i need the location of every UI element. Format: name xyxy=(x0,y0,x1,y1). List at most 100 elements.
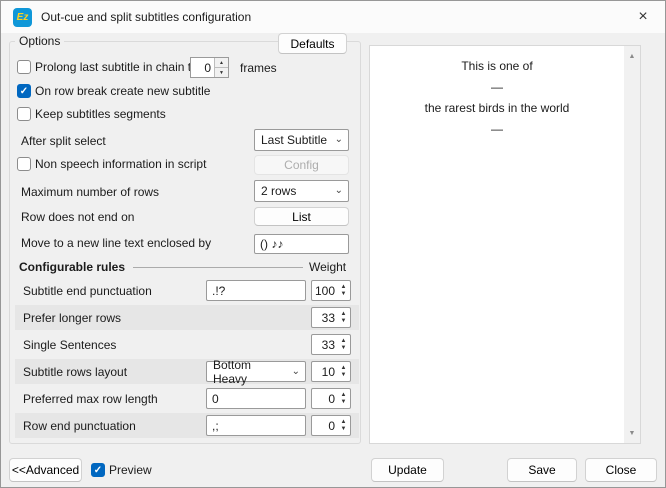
rule-row: Preferred max row length 0 0 ▲ ▼ xyxy=(15,386,359,411)
spin-down-icon[interactable]: ▼ xyxy=(341,372,347,378)
weight-spinner[interactable]: 0 ▲ ▼ xyxy=(311,388,351,409)
subtitle-end-punctuation-input[interactable]: .!? xyxy=(206,280,306,301)
preview-checkbox[interactable]: ✓ xyxy=(91,463,105,477)
spin-arrows[interactable]: ▲ ▼ xyxy=(337,416,350,435)
prolong-frames-spin-buttons[interactable]: ▲ ▼ xyxy=(214,58,228,77)
preview-content: This is one of — the rarest birds in the… xyxy=(376,56,618,140)
preview-separator: — xyxy=(376,119,618,140)
rule-label: Row end punctuation xyxy=(23,413,136,438)
move-new-line-label: Move to a new line text enclosed by xyxy=(21,233,211,253)
rows-layout-value: Bottom Heavy xyxy=(213,358,288,386)
weight-spinner[interactable]: 33 ▲ ▼ xyxy=(311,334,351,355)
weight-spinner[interactable]: 100 ▲ ▼ xyxy=(311,280,351,301)
rule-label: Subtitle end punctuation xyxy=(23,278,152,303)
non-speech-checkbox[interactable] xyxy=(17,157,31,171)
rule-label: Preferred max row length xyxy=(23,386,158,411)
prolong-label: Prolong last subtitle in chain to xyxy=(35,57,198,77)
spin-down-icon[interactable]: ▼ xyxy=(341,318,347,324)
spin-up-icon[interactable]: ▲ xyxy=(341,311,347,317)
row-break-label: On row break create new subtitle xyxy=(35,81,210,101)
rule-row: Row end punctuation ,; 0 ▲ ▼ xyxy=(15,413,359,438)
chevron-down-icon: ⌄ xyxy=(335,186,343,196)
list-button[interactable]: List xyxy=(254,207,349,226)
spin-up-icon[interactable]: ▲ xyxy=(215,58,228,68)
max-rows-select[interactable]: 2 rows ⌄ xyxy=(254,180,349,202)
config-button: Config xyxy=(254,155,349,175)
non-speech-label: Non speech information in script xyxy=(35,154,206,174)
rule-label: Prefer longer rows xyxy=(23,305,121,330)
prolong-frames-spinner[interactable]: 0 ▲ ▼ xyxy=(190,57,229,78)
rules-header-line xyxy=(133,267,303,268)
spin-up-icon[interactable]: ▲ xyxy=(341,338,347,344)
weight-spinner[interactable]: 10 ▲ ▼ xyxy=(311,361,351,382)
keep-segments-checkbox[interactable] xyxy=(17,107,31,121)
prolong-suffix-label: frames xyxy=(240,57,277,78)
rule-row: Prefer longer rows 33 ▲ ▼ xyxy=(15,305,359,330)
rule-row: Subtitle end punctuation .!? 100 ▲ ▼ xyxy=(15,278,359,303)
prolong-checkbox[interactable] xyxy=(17,60,31,74)
keep-segments-label: Keep subtitles segments xyxy=(35,104,166,124)
weight-value: 100 xyxy=(312,281,337,300)
weight-value: 0 xyxy=(312,416,337,435)
close-button[interactable]: Close xyxy=(585,458,657,482)
chevron-down-icon: ⌄ xyxy=(292,367,300,377)
spin-down-icon[interactable]: ▼ xyxy=(215,68,228,77)
rule-row: Subtitle rows layout Bottom Heavy ⌄ 10 ▲… xyxy=(15,359,359,384)
prolong-frames-value: 0 xyxy=(191,58,214,77)
max-rows-value: 2 rows xyxy=(261,184,296,198)
spin-arrows[interactable]: ▲ ▼ xyxy=(337,281,350,300)
options-group-label: Options xyxy=(15,34,64,48)
after-split-label: After split select xyxy=(21,130,106,151)
row-break-checkbox[interactable]: ✓ xyxy=(17,84,31,98)
scroll-down-icon[interactable]: ▼ xyxy=(624,425,640,441)
preview-separator: — xyxy=(376,77,618,98)
window-title: Out-cue and split subtitles configuratio… xyxy=(41,1,251,33)
spin-up-icon[interactable]: ▲ xyxy=(341,284,347,290)
spin-arrows[interactable]: ▲ ▼ xyxy=(337,335,350,354)
spin-up-icon[interactable]: ▲ xyxy=(341,392,347,398)
spin-down-icon[interactable]: ▼ xyxy=(341,426,347,432)
max-rows-label: Maximum number of rows xyxy=(21,181,159,202)
weight-header: Weight xyxy=(309,259,346,275)
title-bar: Ez Out-cue and split subtitles configura… xyxy=(1,1,665,33)
scroll-up-icon[interactable]: ▲ xyxy=(624,48,640,64)
rule-row: Single Sentences 33 ▲ ▼ xyxy=(15,332,359,357)
advanced-button[interactable]: <<Advanced xyxy=(9,458,82,482)
after-split-select[interactable]: Last Subtitle ⌄ xyxy=(254,129,349,151)
close-icon[interactable]: × xyxy=(629,5,657,29)
max-row-length-input[interactable]: 0 xyxy=(206,388,306,409)
weight-value: 10 xyxy=(312,362,337,381)
weight-spinner[interactable]: 33 ▲ ▼ xyxy=(311,307,351,328)
weight-value: 33 xyxy=(312,335,337,354)
weight-value: 0 xyxy=(312,389,337,408)
spin-arrows[interactable]: ▲ ▼ xyxy=(337,362,350,381)
move-new-line-input[interactable]: () ♪♪ xyxy=(254,234,349,254)
rules-header: Configurable rules xyxy=(19,259,125,275)
defaults-button[interactable]: Defaults xyxy=(278,33,347,54)
row-not-end-label: Row does not end on xyxy=(21,207,134,227)
spin-down-icon[interactable]: ▼ xyxy=(341,291,347,297)
update-button[interactable]: Update xyxy=(371,458,444,482)
after-split-value: Last Subtitle xyxy=(261,133,327,147)
dialog-window: Ez Out-cue and split subtitles configura… xyxy=(0,0,666,488)
rule-label: Single Sentences xyxy=(23,332,116,357)
preview-scrollbar[interactable]: ▲ ▼ xyxy=(624,46,640,443)
preview-checkbox-label: Preview xyxy=(109,458,152,482)
rule-label: Subtitle rows layout xyxy=(23,359,127,384)
rows-layout-select[interactable]: Bottom Heavy ⌄ xyxy=(206,361,306,382)
spin-up-icon[interactable]: ▲ xyxy=(341,365,347,371)
spin-up-icon[interactable]: ▲ xyxy=(341,419,347,425)
save-button[interactable]: Save xyxy=(507,458,577,482)
preview-line: the rarest birds in the world xyxy=(376,98,618,119)
spin-arrows[interactable]: ▲ ▼ xyxy=(337,308,350,327)
weight-spinner[interactable]: 0 ▲ ▼ xyxy=(311,415,351,436)
app-icon: Ez xyxy=(13,8,32,27)
spin-down-icon[interactable]: ▼ xyxy=(341,345,347,351)
weight-value: 33 xyxy=(312,308,337,327)
preview-panel: This is one of — the rarest birds in the… xyxy=(369,45,641,444)
chevron-down-icon: ⌄ xyxy=(335,135,343,145)
preview-line: This is one of xyxy=(376,56,618,77)
row-end-punctuation-input[interactable]: ,; xyxy=(206,415,306,436)
spin-down-icon[interactable]: ▼ xyxy=(341,399,347,405)
spin-arrows[interactable]: ▲ ▼ xyxy=(337,389,350,408)
